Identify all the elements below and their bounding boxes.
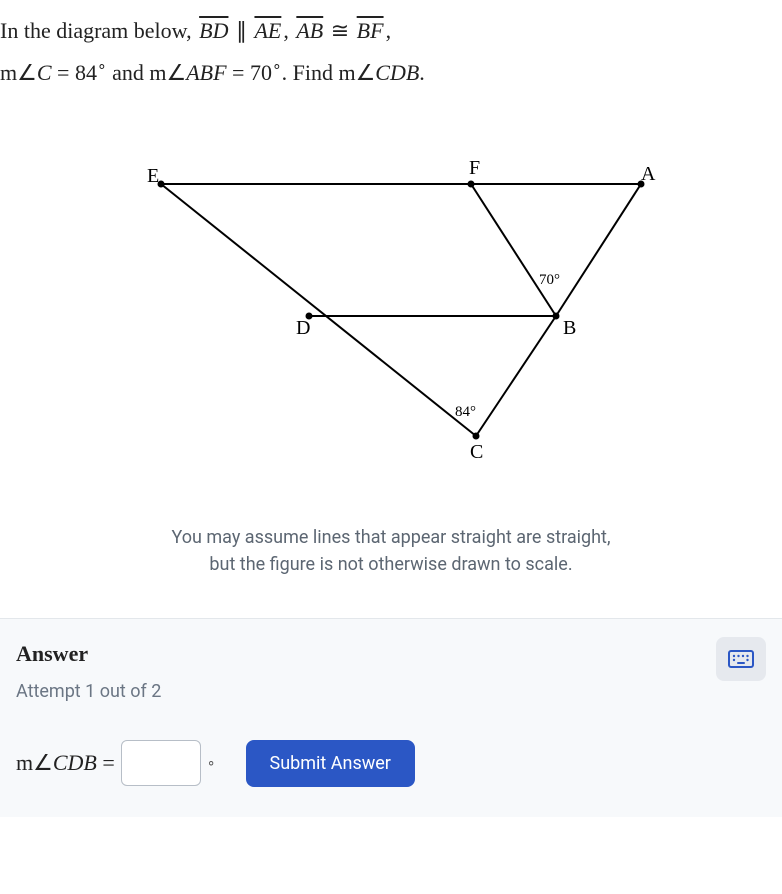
question-text: In the diagram below, BD ∥ AE, AB ≅ BF, …	[0, 0, 782, 114]
question-intro: In the diagram below,	[0, 18, 197, 43]
degree-unit: ∘	[207, 755, 216, 771]
answer-section: Answer Attempt 1 out of 2 m∠CDB = ∘ Subm…	[0, 618, 782, 817]
segment-ae: AE	[252, 18, 283, 43]
submit-button[interactable]: Submit Answer	[246, 740, 415, 787]
diagram-container: E F A D B C 70° 84° You may assume lines…	[0, 114, 782, 618]
label-b: B	[563, 317, 576, 339]
label-a: A	[641, 163, 656, 185]
segment-bf: BF	[355, 18, 386, 43]
label-e: E	[147, 165, 159, 187]
angle-84: 84°	[455, 404, 476, 420]
keyboard-icon	[728, 650, 754, 668]
answer-label: m∠CDB =	[16, 750, 115, 776]
segment-bd: BD	[197, 18, 230, 43]
label-f: F	[469, 157, 480, 179]
answer-title: Answer	[16, 641, 766, 667]
attempt-counter: Attempt 1 out of 2	[16, 681, 766, 702]
angle-70: 70°	[539, 272, 560, 288]
keyboard-button[interactable]	[716, 637, 766, 681]
scale-note: You may assume lines that appear straigh…	[171, 524, 610, 578]
segment-ab: AB	[294, 18, 325, 43]
label-d: D	[296, 317, 310, 339]
geometry-diagram: E F A D B C 70° 84°	[111, 144, 671, 474]
label-c: C	[470, 441, 483, 463]
answer-input[interactable]	[121, 740, 201, 786]
answer-row: m∠CDB = ∘ Submit Answer	[16, 740, 766, 787]
